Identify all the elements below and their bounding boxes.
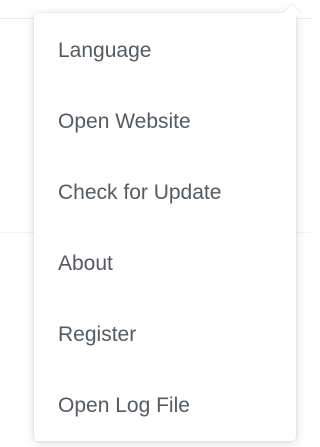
menu-item-register[interactable]: Register: [34, 315, 296, 386]
menu-list: Language Open Website Check for Update A…: [34, 13, 296, 447]
menu-item-language[interactable]: Language: [34, 31, 296, 102]
menu-item-about[interactable]: About: [34, 244, 296, 315]
menu-item-open-website[interactable]: Open Website: [34, 102, 296, 173]
dropdown-menu: Language Open Website Check for Update A…: [34, 4, 301, 441]
menu-item-open-log-file[interactable]: Open Log File: [34, 386, 296, 447]
menu-item-check-for-update[interactable]: Check for Update: [34, 173, 296, 244]
screen: Language Open Website Check for Update A…: [0, 0, 311, 447]
